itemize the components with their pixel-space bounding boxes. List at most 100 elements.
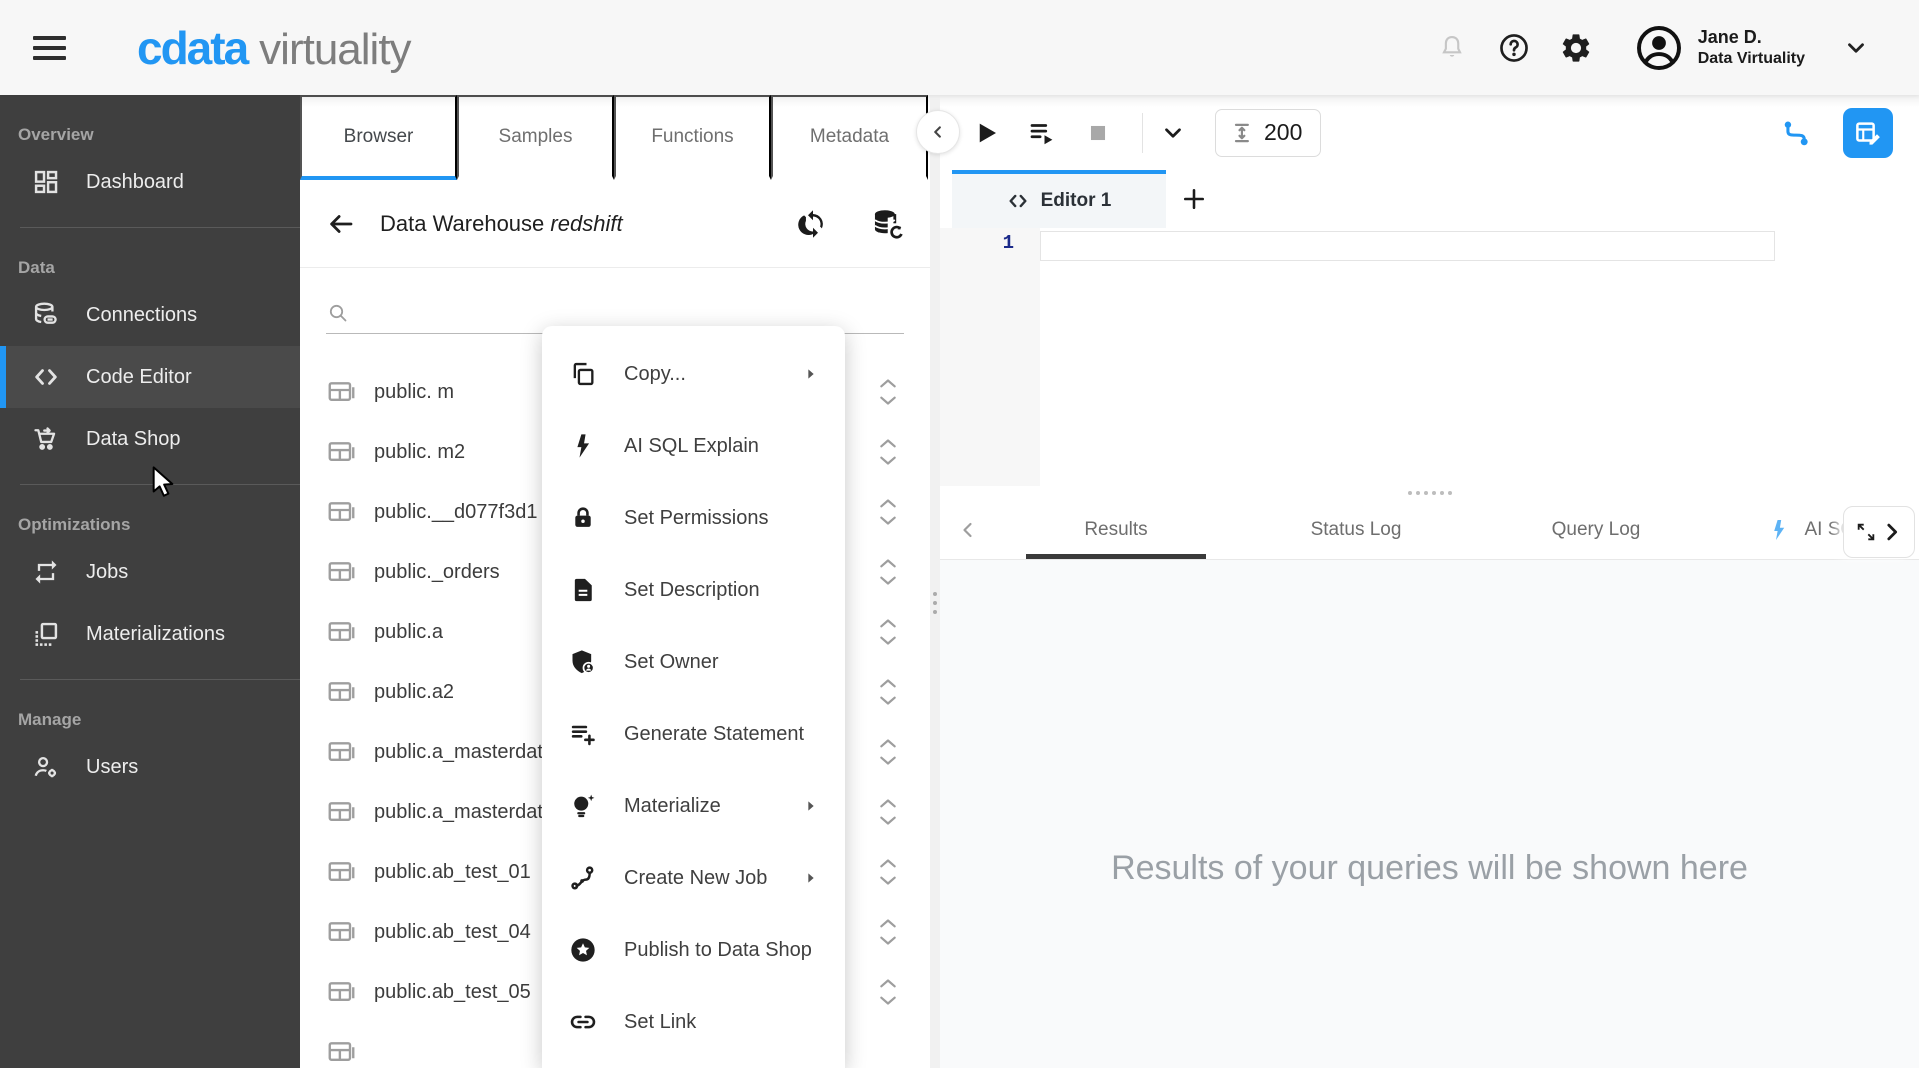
sidebar-item-label: Code Editor <box>86 366 192 389</box>
menu-item-set-permissions[interactable]: Set Permissions <box>542 482 845 554</box>
sidebar-item-materializations[interactable]: Materializations <box>0 603 300 665</box>
menu-item-materialize[interactable]: Materialize <box>542 770 845 842</box>
table-icon <box>326 1037 356 1067</box>
collapse-browser-button[interactable] <box>916 110 960 154</box>
menu-item-label: Copy... <box>624 363 686 386</box>
flow-path-icon <box>1781 117 1813 149</box>
run-script-button[interactable] <box>1022 113 1062 153</box>
chevron-up-icon[interactable] <box>878 735 898 751</box>
chevron-down-icon[interactable] <box>878 513 898 529</box>
datasource-title-text: Data Warehouse <box>380 211 544 236</box>
tab-samples[interactable]: Samples <box>457 95 614 180</box>
chevron-up-icon[interactable] <box>878 915 898 931</box>
chevron-down-icon[interactable] <box>878 813 898 829</box>
user-gear-icon <box>32 753 60 781</box>
search-input[interactable] <box>360 304 904 325</box>
database-refresh-icon <box>870 207 904 241</box>
chevron-up-icon[interactable] <box>878 975 898 991</box>
sidebar-item-label: Users <box>86 756 138 779</box>
menu-item-generate-statement[interactable]: Generate Statement <box>542 698 845 770</box>
chevron-up-icon[interactable] <box>878 495 898 511</box>
run-options-dropdown[interactable] <box>1153 113 1193 153</box>
row-reorder <box>878 555 898 589</box>
cart-icon <box>32 425 60 453</box>
collapse-results-button[interactable] <box>940 518 996 542</box>
menu-item-label: Set Owner <box>624 651 718 674</box>
chevron-down-icon[interactable] <box>878 993 898 1009</box>
browser-tab-bar: Browser Samples Functions Metadata <box>300 95 930 180</box>
row-reorder <box>878 435 898 469</box>
chevron-up-icon[interactable] <box>878 615 898 631</box>
chevron-up-icon[interactable] <box>878 555 898 571</box>
hamburger-menu-button[interactable] <box>33 31 71 65</box>
tab-status-log[interactable]: Status Log <box>1236 500 1476 559</box>
menu-item-publish-to-data-shop[interactable]: Publish to Data Shop <box>542 914 845 986</box>
chevron-down-icon[interactable] <box>878 393 898 409</box>
row-reorder <box>878 375 898 409</box>
chevron-down-icon[interactable] <box>878 933 898 949</box>
tab-functions[interactable]: Functions <box>614 95 771 180</box>
sidebar-item-users[interactable]: Users <box>0 736 300 798</box>
avatar-icon <box>1634 23 1684 73</box>
back-button[interactable] <box>326 209 356 239</box>
chevron-down-icon[interactable] <box>878 573 898 589</box>
editor-tab[interactable]: Editor 1 <box>952 170 1166 228</box>
new-table-edit-button[interactable] <box>1843 108 1893 158</box>
sidebar-item-label: Jobs <box>86 561 128 584</box>
tab-metadata[interactable]: Metadata <box>771 95 928 180</box>
tab-browser[interactable]: Browser <box>300 95 457 180</box>
refresh-button[interactable] <box>798 209 828 239</box>
run-query-button[interactable] <box>966 113 1006 153</box>
menu-item-create-new-job[interactable]: Create New Job <box>542 842 845 914</box>
expand-results-control[interactable] <box>1843 506 1915 558</box>
tab-query-log[interactable]: Query Log <box>1476 500 1716 559</box>
sidebar-item-label: Materializations <box>86 623 225 646</box>
chevron-down-icon[interactable] <box>878 693 898 709</box>
menu-item-ai-sql-explain[interactable]: AI SQL Explain <box>542 410 845 482</box>
chevron-down-icon[interactable] <box>878 753 898 769</box>
help-button[interactable] <box>1492 26 1536 70</box>
editor-active-line[interactable] <box>1040 231 1775 261</box>
chevron-up-icon[interactable] <box>878 435 898 451</box>
add-editor-tab-button[interactable] <box>1166 170 1222 228</box>
chevron-up-icon[interactable] <box>878 675 898 691</box>
chevron-up-icon[interactable] <box>878 375 898 391</box>
menu-item-label: Set Link <box>624 1011 696 1034</box>
row-reorder <box>878 735 898 769</box>
menu-item-set-owner[interactable]: Set Owner <box>542 626 845 698</box>
sidebar-item-dashboard[interactable]: Dashboard <box>0 151 300 213</box>
row-limit-control[interactable]: 200 <box>1215 109 1321 157</box>
user-menu[interactable]: Jane D. Data Virtuality <box>1634 23 1869 73</box>
panel-splitter-vertical[interactable] <box>930 95 940 1068</box>
menu-item-set-description[interactable]: Set Description <box>542 554 845 626</box>
sql-editor[interactable]: 1 <box>940 228 1919 486</box>
settings-button[interactable] <box>1554 26 1598 70</box>
chevron-down-icon[interactable] <box>878 633 898 649</box>
stop-query-button[interactable] <box>1078 113 1118 153</box>
sidebar-item-code-editor[interactable]: Code Editor <box>0 346 300 408</box>
sidebar-item-data-shop[interactable]: Data Shop <box>0 408 300 470</box>
table-name: public.a_masterdat <box>374 801 543 824</box>
tab-results[interactable]: Results <box>996 500 1236 559</box>
notifications-bell-icon[interactable] <box>1430 26 1474 70</box>
chevron-down-icon[interactable] <box>878 453 898 469</box>
panel-splitter-horizontal[interactable] <box>940 486 1919 500</box>
main-sidebar: Overview Dashboard Data Connections Code… <box>0 95 300 1068</box>
edit-table-icon <box>1853 118 1883 148</box>
sidebar-item-connections[interactable]: Connections <box>0 284 300 346</box>
table-context-menu: Copy... AI SQL Explain Set Permissions S… <box>542 326 845 1068</box>
menu-item-copy[interactable]: Copy... <box>542 338 845 410</box>
chevron-up-icon[interactable] <box>878 855 898 871</box>
chevron-up-icon[interactable] <box>878 795 898 811</box>
toolbar-right-actions <box>1777 108 1919 158</box>
menu-item-label: Set Description <box>624 579 760 602</box>
header-actions: Jane D. Data Virtuality <box>1430 23 1869 73</box>
sidebar-item-jobs[interactable]: Jobs <box>0 541 300 603</box>
bolt-blue-icon <box>1767 518 1791 542</box>
table-name: public.a <box>374 621 443 644</box>
menu-item-set-link[interactable]: Set Link <box>542 986 845 1058</box>
chevron-down-icon[interactable] <box>878 873 898 889</box>
table-icon <box>326 557 356 587</box>
query-plan-button[interactable] <box>1777 113 1817 153</box>
reload-metadata-button[interactable] <box>870 207 904 241</box>
